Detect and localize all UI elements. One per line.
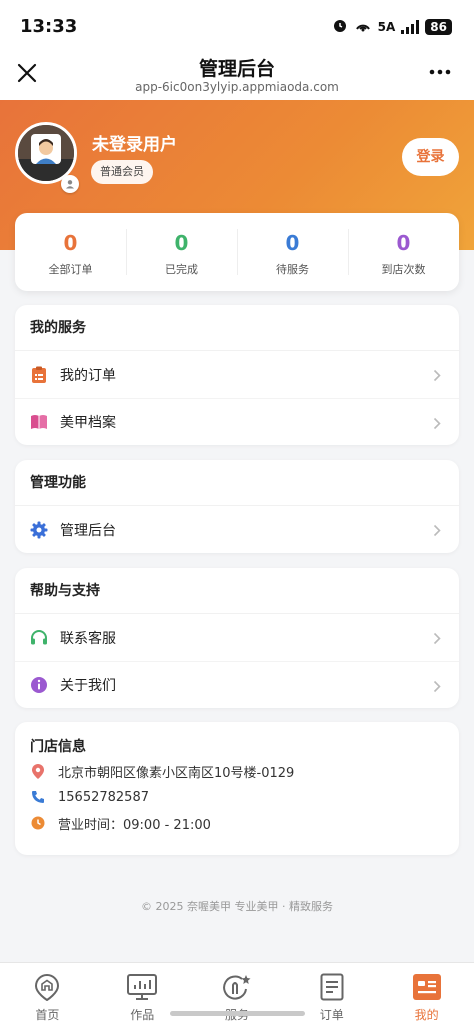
stat-value: 0	[396, 231, 411, 255]
stat-visits[interactable]: 0 到店次数	[348, 213, 459, 291]
menu-item-admin[interactable]: 管理后台	[15, 506, 459, 553]
monitor-icon	[126, 971, 158, 1003]
section-title: 门店信息	[30, 739, 86, 755]
status-bar: 13:33 5A 86	[0, 0, 474, 52]
stat-value: 0	[174, 231, 189, 255]
tab-home[interactable]: 首页	[0, 963, 95, 1024]
home-indicator[interactable]	[170, 1011, 305, 1016]
help-card: 帮助与支持 联系客服 关于我们	[15, 568, 459, 708]
tab-label: 我的	[414, 1008, 439, 1022]
hotspot-icon	[354, 17, 372, 36]
stat-label: 已完成	[165, 263, 198, 276]
menu-item-label: 我的订单	[60, 367, 116, 384]
document-icon	[316, 971, 348, 1003]
network-label: 5A	[377, 19, 396, 34]
chevron-right-icon	[433, 630, 441, 649]
menu-item-label: 管理后台	[60, 522, 116, 539]
section-title: 我的服务	[15, 305, 459, 351]
management-card: 管理功能 管理后台	[15, 460, 459, 553]
username: 未登录用户	[92, 135, 177, 155]
store-info-card: 门店信息 北京市朝阳区像素小区南区10号楼-0129 15652782587 营…	[15, 722, 459, 855]
alarm-icon	[332, 17, 348, 36]
clipboard-icon	[30, 366, 48, 384]
menu-item-contact-support[interactable]: 联系客服	[15, 614, 459, 661]
app-header: 管理后台 app-6ic0on3ylyip.appmiaoda.com	[0, 52, 474, 100]
clock-icon	[30, 815, 46, 831]
hours-text: 营业时间：09:00 - 21:00	[58, 817, 211, 833]
status-time: 13:33	[20, 16, 78, 37]
phone-icon	[30, 789, 46, 805]
login-button[interactable]: 登录	[402, 138, 459, 176]
chevron-right-icon	[433, 678, 441, 697]
user-icon	[61, 175, 79, 193]
store-address: 北京市朝阳区像素小区南区10号楼-0129	[15, 758, 459, 784]
tab-mine[interactable]: 我的	[379, 963, 474, 1024]
order-stats: 0 全部订单 0 已完成 0 待服务 0 到店次数	[15, 213, 459, 291]
headset-icon	[30, 629, 48, 647]
member-level-badge: 普通会员	[91, 160, 153, 184]
menu-item-label: 美甲档案	[60, 415, 116, 431]
battery-icon: 86	[425, 18, 452, 35]
address-text: 北京市朝阳区像素小区南区10号楼-0129	[58, 765, 295, 781]
store-phone[interactable]: 15652782587	[15, 784, 459, 810]
section-title: 管理功能	[15, 460, 459, 506]
page-url: app-6ic0on3ylyip.appmiaoda.com	[135, 80, 339, 94]
chevron-right-icon	[433, 522, 441, 541]
stat-value: 0	[63, 231, 78, 255]
profile-card-icon	[411, 971, 443, 1003]
menu-item-label: 联系客服	[60, 630, 116, 647]
menu-item-my-orders[interactable]: 我的订单	[15, 351, 459, 398]
status-icons: 5A 86	[332, 17, 452, 36]
book-icon	[30, 413, 48, 431]
info-icon	[30, 676, 48, 694]
phone-text: 15652782587	[58, 789, 149, 805]
section-title: 帮助与支持	[15, 568, 459, 614]
footer-copyright: © 2025 奈喔美甲 专业美甲 · 精致服务	[141, 900, 333, 913]
signal-icon	[401, 19, 420, 34]
stat-label: 到店次数	[381, 263, 426, 276]
store-hours: 营业时间：09:00 - 21:00	[15, 810, 459, 836]
tab-label: 首页	[35, 1008, 60, 1022]
stat-pending[interactable]: 0 待服务	[237, 213, 348, 291]
chevron-right-icon	[433, 367, 441, 386]
menu-item-label: 关于我们	[60, 678, 116, 694]
more-icon[interactable]	[428, 62, 452, 88]
gear-icon	[30, 521, 48, 539]
chevron-right-icon	[433, 415, 441, 434]
home-icon	[31, 971, 63, 1003]
sparkle-icon	[221, 971, 253, 1003]
stat-label: 全部订单	[48, 263, 93, 276]
tab-label: 订单	[319, 1008, 344, 1022]
menu-item-about[interactable]: 关于我们	[15, 661, 459, 708]
stat-label: 待服务	[276, 263, 309, 276]
menu-item-nail-profile[interactable]: 美甲档案	[15, 398, 459, 445]
stat-value: 0	[285, 231, 300, 255]
page-title: 管理后台	[198, 58, 275, 80]
stat-all-orders[interactable]: 0 全部订单	[15, 213, 126, 291]
services-card: 我的服务 我的订单 美甲档案	[15, 305, 459, 445]
location-pin-icon	[30, 763, 46, 779]
stat-completed[interactable]: 0 已完成	[126, 213, 237, 291]
tab-label: 作品	[130, 1008, 155, 1022]
